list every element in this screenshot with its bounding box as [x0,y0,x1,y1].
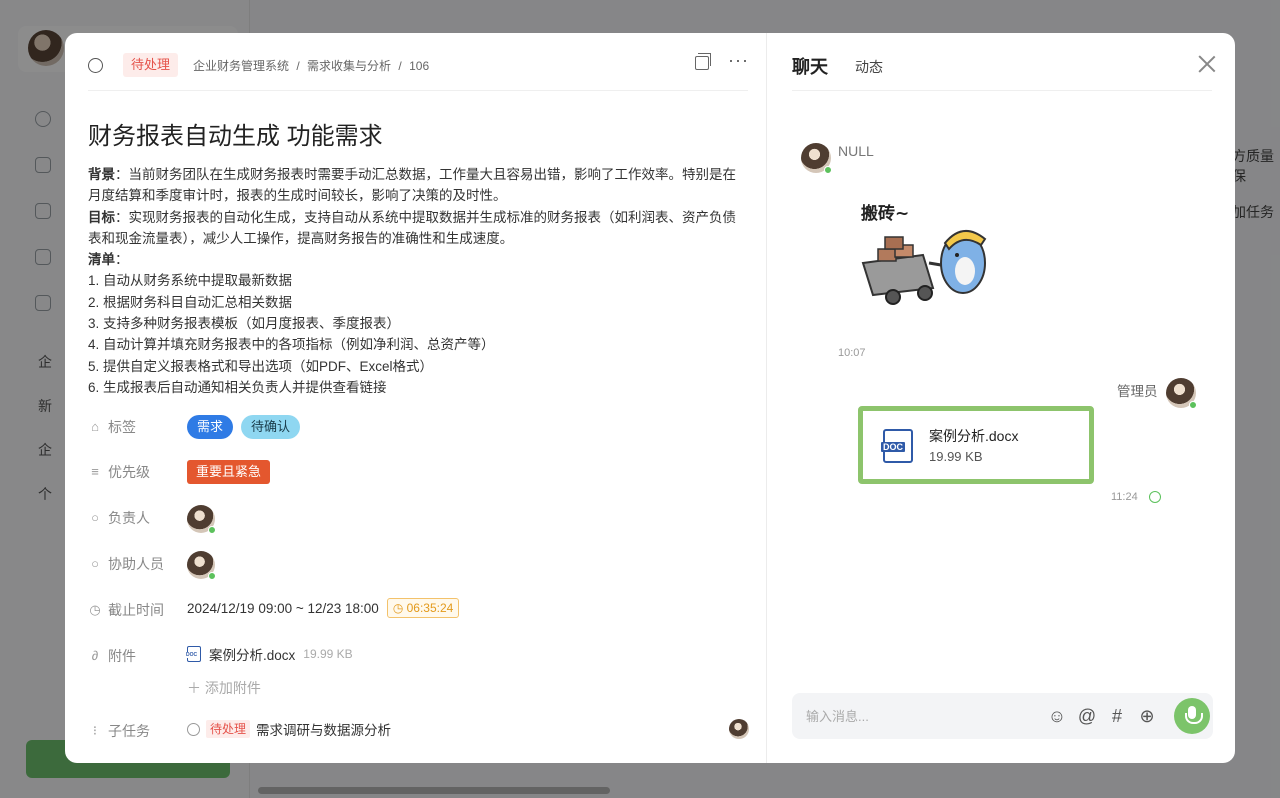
breadcrumb-separator: / [296,59,300,73]
online-indicator [208,572,216,580]
microphone-icon[interactable] [1174,698,1210,734]
complete-checkbox[interactable] [88,58,103,73]
message-input[interactable] [806,705,1036,727]
subtask-field: ⁝ 子任务 待处理 需求调研与数据源分析 [88,719,749,743]
assist-value [187,551,216,580]
list-item: 5. 提供自定义报表格式和导出选项（如PDF、Excel格式） [88,358,434,374]
online-indicator [824,166,832,174]
tags-value: 需求 待确认 [187,415,301,439]
breadcrumb-project[interactable]: 企业财务管理系统 [193,59,289,73]
mention-icon[interactable]: @ [1076,705,1098,727]
tab-chat[interactable]: 聊天 [792,53,828,79]
deadline-label: ◷ 截止时间 [89,602,164,618]
users-icon: ○ [91,556,99,571]
add-attachment-button[interactable]: ＋ 添加附件 [187,678,261,698]
breadcrumb-task-id: 106 [409,59,430,73]
sender-name: NULL [838,143,874,159]
paperclip-icon: ∂ [91,648,99,663]
file-size: 19.99 KB [929,449,983,464]
user-icon: ○ [91,510,99,525]
add-icon[interactable]: ⊕ [1136,705,1158,727]
owner-value [187,505,216,534]
priority-value: 重要且紧急 [187,460,271,484]
status-badge[interactable]: 待处理 [123,53,179,77]
attachment-value: 案例分析.docx 19.99 KB [186,644,353,664]
deadline-value: 2024/12/19 09:00 ~ 12/23 18:00 ◷ 06:35:2… [187,598,460,618]
attachment-size: 19.99 KB [303,647,353,661]
more-options-icon[interactable]: ··· [728,50,749,71]
message-time: 11:24 [1111,491,1138,503]
sticker-image[interactable]: 搬砖~ [853,193,1003,313]
deadline-range[interactable]: 2024/12/19 09:00 ~ 12/23 18:00 [187,601,379,616]
task-detail-modal: 待处理 企业财务管理系统 / 需求收集与分析 / 106 ··· 财务报表自动生… [65,33,1235,763]
owner-avatar[interactable] [187,505,216,534]
priority-label: ≡ 优先级 [88,462,150,482]
attachment-name[interactable]: 案例分析.docx [209,644,295,664]
sender-avatar[interactable] [1166,378,1197,409]
sender-avatar[interactable] [801,143,832,174]
assist-label: ○ 协助人员 [88,554,164,574]
subtask-label: ⁝ 子任务 [88,721,150,741]
doc-file-icon: DOC [881,429,913,463]
tag-requirement[interactable]: 需求 [187,415,234,439]
file-message-card[interactable]: DOC 案例分析.docx 19.99 KB [858,406,1094,484]
assist-avatar[interactable] [187,551,216,580]
close-icon[interactable] [1198,55,1216,73]
tag-pending-confirm[interactable]: 待确认 [241,415,301,439]
list-item: 2. 根据财务科目自动汇总相关数据 [88,294,293,310]
emoji-icon[interactable]: ☺ [1046,705,1068,727]
breadcrumb: 企业财务管理系统 / 需求收集与分析 / 106 [193,57,433,74]
subtask-name[interactable]: 需求调研与数据源分析 [256,719,391,739]
online-indicator [1189,401,1197,409]
tag-icon: ⌂ [91,419,99,434]
message-time: 10:07 [838,347,866,359]
attachment-label: ∂ 附件 [88,646,136,666]
subtask-row[interactable]: 待处理 需求调研与数据源分析 [187,719,391,739]
doc-file-icon [186,646,201,662]
subtask-icon: ⁝ [92,723,98,738]
task-title[interactable]: 财务报表自动生成 功能需求 [88,116,383,151]
background-text: ：当前财务团队在生成财务报表时需要手动汇总数据，工作量大且容易出错，影响了工作效… [88,167,736,204]
clock-icon: ◷ [89,602,101,617]
chat-tabs: 聊天 动态 [792,53,1212,91]
list-item: 4. 自动计算并填充财务报表中的各项指标（例如净利润、总资产等） [88,337,495,353]
priority-badge[interactable]: 重要且紧急 [187,460,271,484]
task-header: 待处理 企业财务管理系统 / 需求收集与分析 / 106 ··· [88,50,749,91]
read-status-icon [1149,491,1161,503]
open-new-window-icon[interactable] [695,53,711,70]
priority-icon: ≡ [91,464,99,479]
file-name: 案例分析.docx [929,428,1019,444]
subtask-owner-avatar[interactable] [729,719,749,739]
breadcrumb-separator: / [398,59,402,73]
list-colon: ： [115,252,129,268]
subtask-status: 待处理 [206,720,251,738]
task-detail-pane: 待处理 企业财务管理系统 / 需求收集与分析 / 106 ··· 财务报表自动生… [65,33,767,763]
hashtag-icon[interactable]: # [1106,705,1128,727]
list-label: 清单 [88,252,115,268]
chat-pane: 聊天 动态 NULL 搬砖~ 10:07 管理员 11:24 ☺ [768,33,1235,763]
message-composer: ☺ @ # ⊕ [792,693,1213,739]
goal-text: ：实现财务报表的自动化生成，支持自动从系统中提取数据并生成标准的财务报表（如利润… [88,209,736,246]
owner-label: ○ 负责人 [88,508,150,528]
sender-name: 管理员 [1117,384,1158,399]
online-indicator [208,526,216,534]
task-description[interactable]: 背景：当前财务团队在生成财务报表时需要手动汇总数据，工作量大且容易出错，影响了工… [88,164,748,398]
sticker-text: 搬砖~ [861,203,909,224]
list-item: 6. 生成报表后自动通知相关负责人并提供查看链接 [88,379,387,395]
goal-label: 目标 [88,209,115,225]
breadcrumb-group[interactable]: 需求收集与分析 [307,59,391,73]
countdown-badge: ◷ 06:35:24 [386,598,460,618]
subtask-checkbox[interactable] [187,722,200,736]
tags-label: ⌂ 标签 [88,417,136,437]
list-item: 3. 支持多种财务报表模板（如月度报表、季度报表） [88,316,401,332]
tab-activity[interactable]: 动态 [855,57,883,77]
list-item: 1. 自动从财务系统中提取最新数据 [88,273,293,289]
file-card-content: DOC 案例分析.docx 19.99 KB [863,411,1089,479]
background-label: 背景 [88,167,115,182]
